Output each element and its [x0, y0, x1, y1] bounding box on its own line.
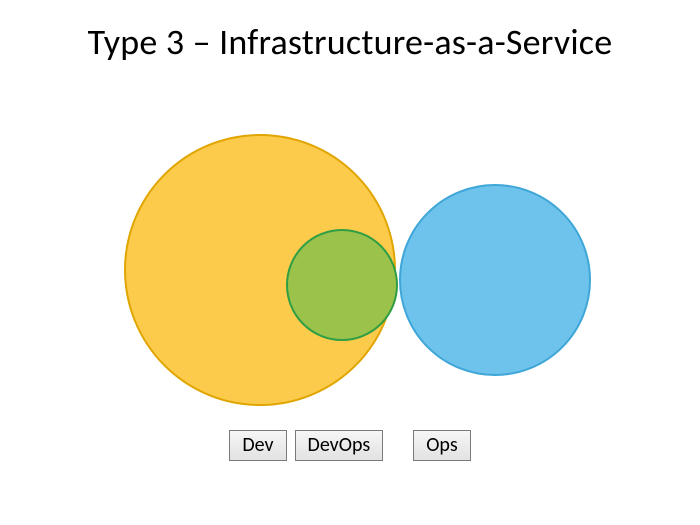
ops-circle [400, 185, 590, 375]
legend-ops: Ops [413, 430, 470, 461]
legend-dev: Dev [229, 430, 286, 461]
legend: Dev DevOps Ops [0, 430, 700, 461]
slide: Type 3 – Infrastructure-as-a-Service Dev… [0, 0, 700, 525]
devops-circle [287, 230, 397, 340]
legend-devops: DevOps [295, 430, 384, 461]
